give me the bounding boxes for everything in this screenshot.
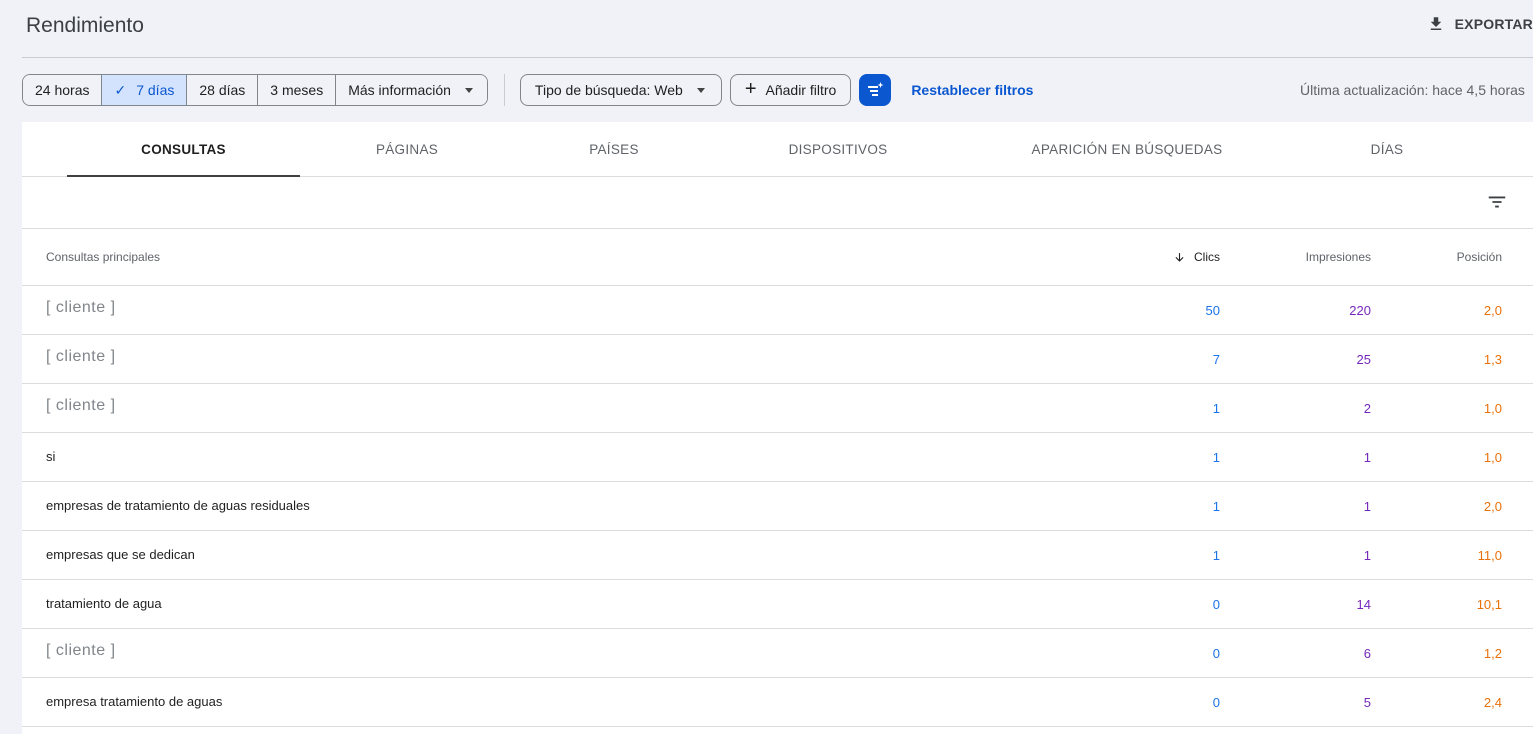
search-type-dropdown[interactable]: Tipo de búsqueda: Web xyxy=(519,74,722,106)
impressions-cell: 2 xyxy=(1363,401,1371,416)
page-title: Rendimiento xyxy=(26,14,144,37)
clicks-cell: 1 xyxy=(1212,401,1220,416)
header-query[interactable]: Consultas principales xyxy=(46,250,160,264)
top-bar: Rendimiento EXPORTAR xyxy=(0,0,1533,57)
impressions-cell: 1 xyxy=(1363,499,1371,514)
position-cell: 11,0 xyxy=(1477,548,1502,563)
date-range-7d[interactable]: ✓ 7 días xyxy=(102,75,188,105)
table-row[interactable]: [ cliente ] 1 2 1,0 xyxy=(22,384,1533,433)
clicks-cell: 0 xyxy=(1212,597,1220,612)
query-cell: empresa tratamiento de aguas xyxy=(46,694,223,709)
table-row[interactable]: empresa tratamiento de aguas 0 5 2,4 xyxy=(22,678,1533,727)
dimension-tabs: CONSULTAS PÁGINAS PAÍSES DISPOSITIVOS AP… xyxy=(22,122,1533,177)
clicks-cell: 0 xyxy=(1212,695,1220,710)
table-row[interactable]: empresas que se dedican 1 1 11,0 xyxy=(22,531,1533,580)
impressions-cell: 1 xyxy=(1363,548,1371,563)
date-range-selector: 24 horas ✓ 7 días 28 días 3 meses Más inf… xyxy=(22,74,488,106)
table-row[interactable]: [ cliente ] 50 220 2,0 xyxy=(22,286,1533,335)
position-cell: 2,0 xyxy=(1483,303,1502,318)
check-icon: ✓ xyxy=(114,81,127,98)
sparkle-filter-icon xyxy=(868,82,884,96)
clicks-cell: 1 xyxy=(1212,499,1220,514)
position-cell: 2,0 xyxy=(1483,499,1502,514)
tab-dias[interactable]: DÍAS xyxy=(1292,122,1482,176)
table-row[interactable]: [ cliente ] 7 25 1,3 xyxy=(22,335,1533,384)
query-cell: [ cliente ] xyxy=(46,397,116,414)
table-row[interactable]: si 1 1 1,0 xyxy=(22,433,1533,482)
header-impressions[interactable]: Impresiones xyxy=(1306,250,1371,264)
plus-icon: + xyxy=(744,78,757,100)
position-cell: 2,4 xyxy=(1483,695,1502,710)
filter-bar: 24 horas ✓ 7 días 28 días 3 meses Más inf… xyxy=(22,74,1033,106)
impressions-cell: 220 xyxy=(1349,303,1371,318)
tab-paises[interactable]: PAÍSES xyxy=(514,122,714,176)
table-row[interactable]: [ cliente ] 0 6 1,2 xyxy=(22,629,1533,678)
date-range-3m[interactable]: 3 meses xyxy=(258,75,337,105)
position-cell: 10,1 xyxy=(1476,597,1502,612)
clicks-cell: 0 xyxy=(1212,646,1220,661)
clicks-cell: 7 xyxy=(1212,352,1220,367)
query-cell: [ cliente ] xyxy=(46,348,116,365)
last-updated-text: Última actualización: hace 4,5 horas xyxy=(1300,82,1525,98)
impressions-cell: 6 xyxy=(1363,646,1371,661)
header-clicks[interactable]: Clics xyxy=(1173,250,1220,264)
export-button[interactable]: EXPORTAR xyxy=(1427,15,1533,33)
dropdown-arrow-icon xyxy=(464,87,473,93)
tab-consultas[interactable]: CONSULTAS xyxy=(67,122,300,176)
table-row[interactable]: tratamiento de agua 0 14 10,1 xyxy=(22,580,1533,629)
header-position[interactable]: Posición xyxy=(1457,250,1502,264)
query-cell: [ cliente ] xyxy=(46,642,116,659)
filter-divider xyxy=(503,74,505,106)
table-filter-row xyxy=(22,177,1533,229)
dropdown-arrow-icon xyxy=(696,87,705,93)
header-divider xyxy=(22,57,1533,58)
smart-filter-button[interactable] xyxy=(859,74,892,106)
impressions-cell: 1 xyxy=(1363,450,1371,465)
query-cell: si xyxy=(46,449,56,464)
tab-aparicion-busquedas[interactable]: APARICIÓN EN BÚSQUEDAS xyxy=(962,122,1292,176)
more-info-dropdown[interactable]: Más información xyxy=(336,75,487,105)
clicks-cell: 1 xyxy=(1212,450,1220,465)
position-cell: 1,0 xyxy=(1483,450,1502,465)
query-cell: empresas de tratamiento de aguas residua… xyxy=(46,498,310,513)
table-row[interactable]: empresas de tratamiento de aguas residua… xyxy=(22,482,1533,531)
query-cell: [ cliente ] xyxy=(46,299,116,316)
position-cell: 1,3 xyxy=(1483,352,1502,367)
impressions-cell: 25 xyxy=(1356,352,1371,367)
query-cell: tratamiento de agua xyxy=(46,596,162,611)
reset-filters-link[interactable]: Restablecer filtros xyxy=(911,82,1033,98)
impressions-cell: 5 xyxy=(1363,695,1371,710)
filter-list-icon[interactable] xyxy=(1486,191,1508,213)
tab-dispositivos[interactable]: DISPOSITIVOS xyxy=(714,122,962,176)
export-label: EXPORTAR xyxy=(1454,16,1533,32)
query-cell: empresas que se dedican xyxy=(46,547,195,562)
performance-table-card: CONSULTAS PÁGINAS PAÍSES DISPOSITIVOS AP… xyxy=(22,122,1533,734)
tab-paginas[interactable]: PÁGINAS xyxy=(300,122,514,176)
position-cell: 1,0 xyxy=(1483,401,1502,416)
clicks-cell: 50 xyxy=(1205,303,1220,318)
table-header: Consultas principales Clics Impresiones … xyxy=(22,229,1533,286)
date-range-24h[interactable]: 24 horas xyxy=(23,75,103,105)
sort-down-arrow-icon xyxy=(1175,252,1184,262)
impressions-cell: 14 xyxy=(1356,597,1371,612)
date-range-28d[interactable]: 28 días xyxy=(187,75,259,105)
add-filter-button[interactable]: + Añadir filtro xyxy=(729,74,852,106)
download-icon xyxy=(1430,17,1441,30)
clicks-cell: 1 xyxy=(1212,548,1220,563)
position-cell: 1,2 xyxy=(1483,646,1502,661)
